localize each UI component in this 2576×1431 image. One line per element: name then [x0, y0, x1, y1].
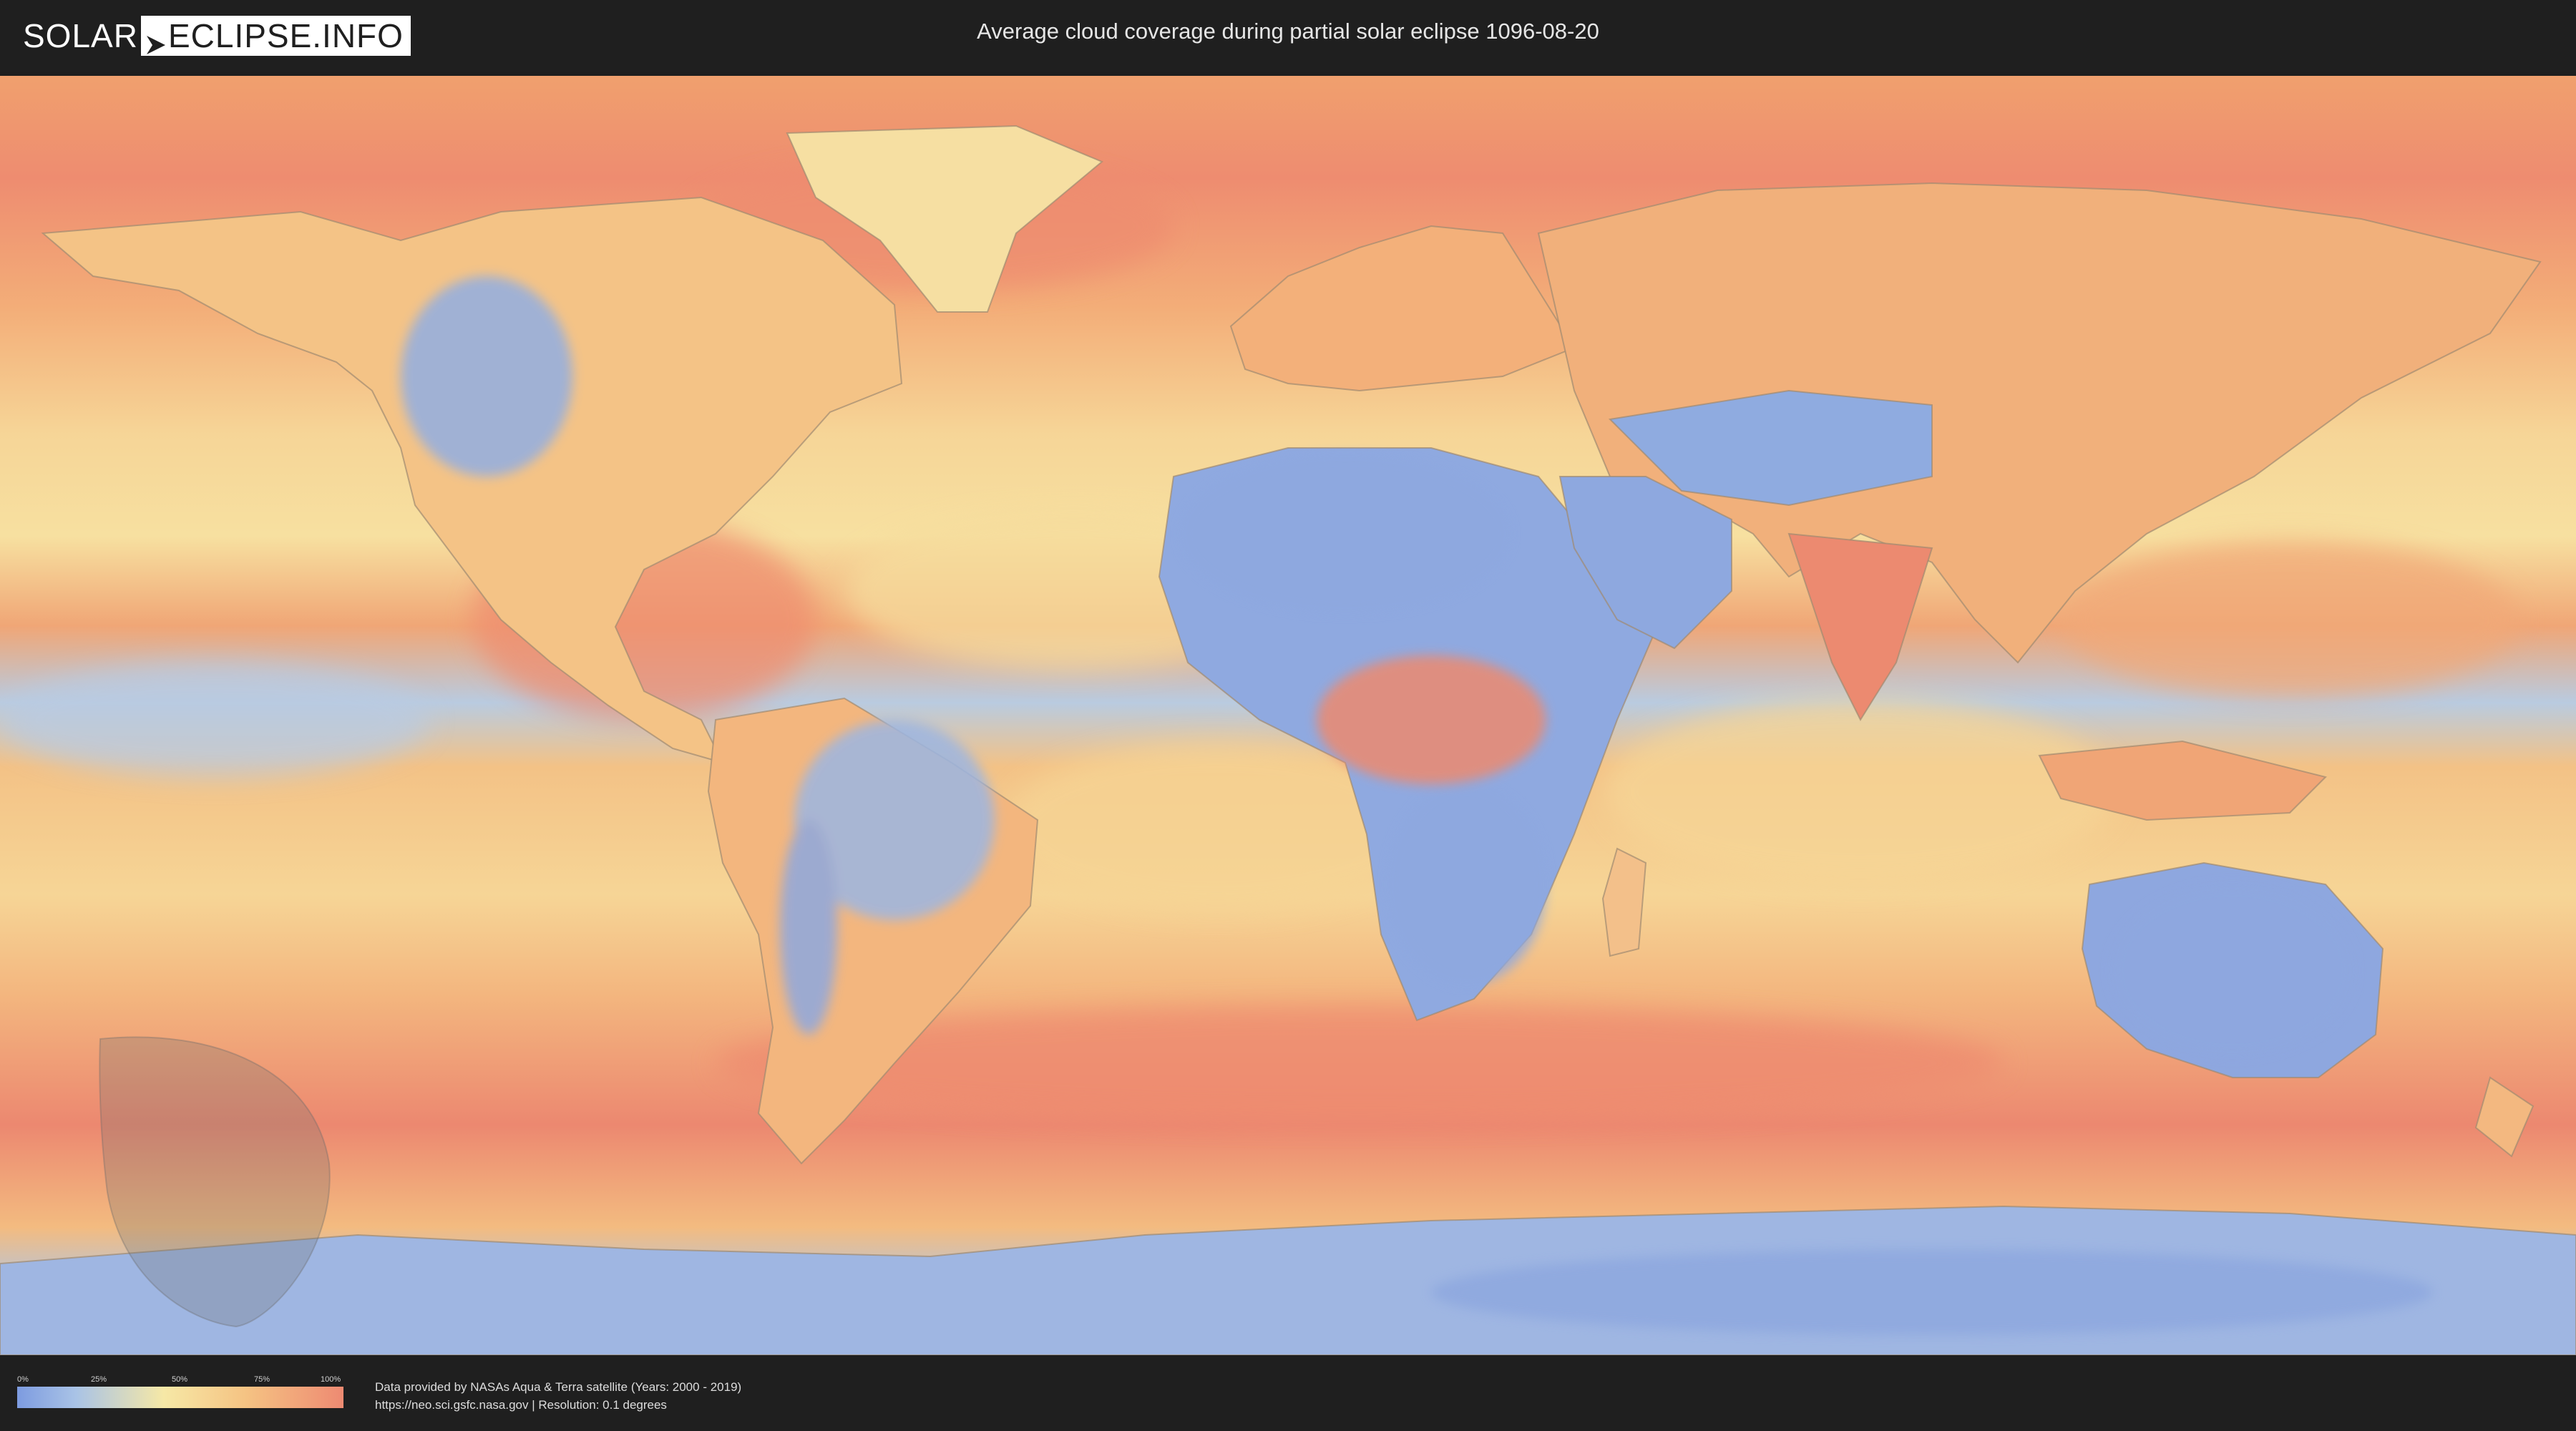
site-logo[interactable]: SOLAR ECLIPSE.INFO — [23, 16, 411, 56]
legend-tick-100: 100% — [321, 1375, 341, 1384]
page: SOLAR ECLIPSE.INFO Average cloud coverag… — [0, 0, 2576, 1431]
credit-line-1: Data provided by NASAs Aqua & Terra sate… — [375, 1380, 742, 1394]
legend-tick-0: 0% — [17, 1375, 29, 1384]
legend-tick-25: 25% — [91, 1375, 107, 1384]
header-bar: SOLAR ECLIPSE.INFO Average cloud coverag… — [0, 0, 2576, 72]
equatorial-africa-clouds — [1317, 655, 1546, 784]
world-map-icon — [0, 76, 2576, 1355]
page-title: Average cloud coverage during partial so… — [977, 19, 1599, 44]
legend-color-bar — [17, 1387, 343, 1408]
footer-bar: 0% 25% 50% 75% 100% Data provided by NAS… — [0, 1357, 2576, 1431]
cloud-coverage-legend: 0% 25% 50% 75% 100% — [17, 1375, 343, 1408]
eclipse-logo-icon — [145, 25, 167, 54]
legend-tick-50: 50% — [172, 1375, 188, 1384]
legend-ticks: 0% 25% 50% 75% 100% — [17, 1375, 343, 1387]
logo-text-solar: SOLAR — [23, 17, 138, 54]
data-credits: Data provided by NASAs Aqua & Terra sate… — [375, 1378, 741, 1414]
credit-line-2[interactable]: https://neo.sci.gsfc.nasa.gov | Resoluti… — [375, 1396, 741, 1414]
legend-tick-75: 75% — [254, 1375, 270, 1384]
cloud-coverage-map[interactable] — [0, 76, 2576, 1355]
logo-text-eclipse: ECLIPSE.INFO — [167, 17, 404, 54]
logo-eclipse-box: ECLIPSE.INFO — [140, 16, 411, 56]
